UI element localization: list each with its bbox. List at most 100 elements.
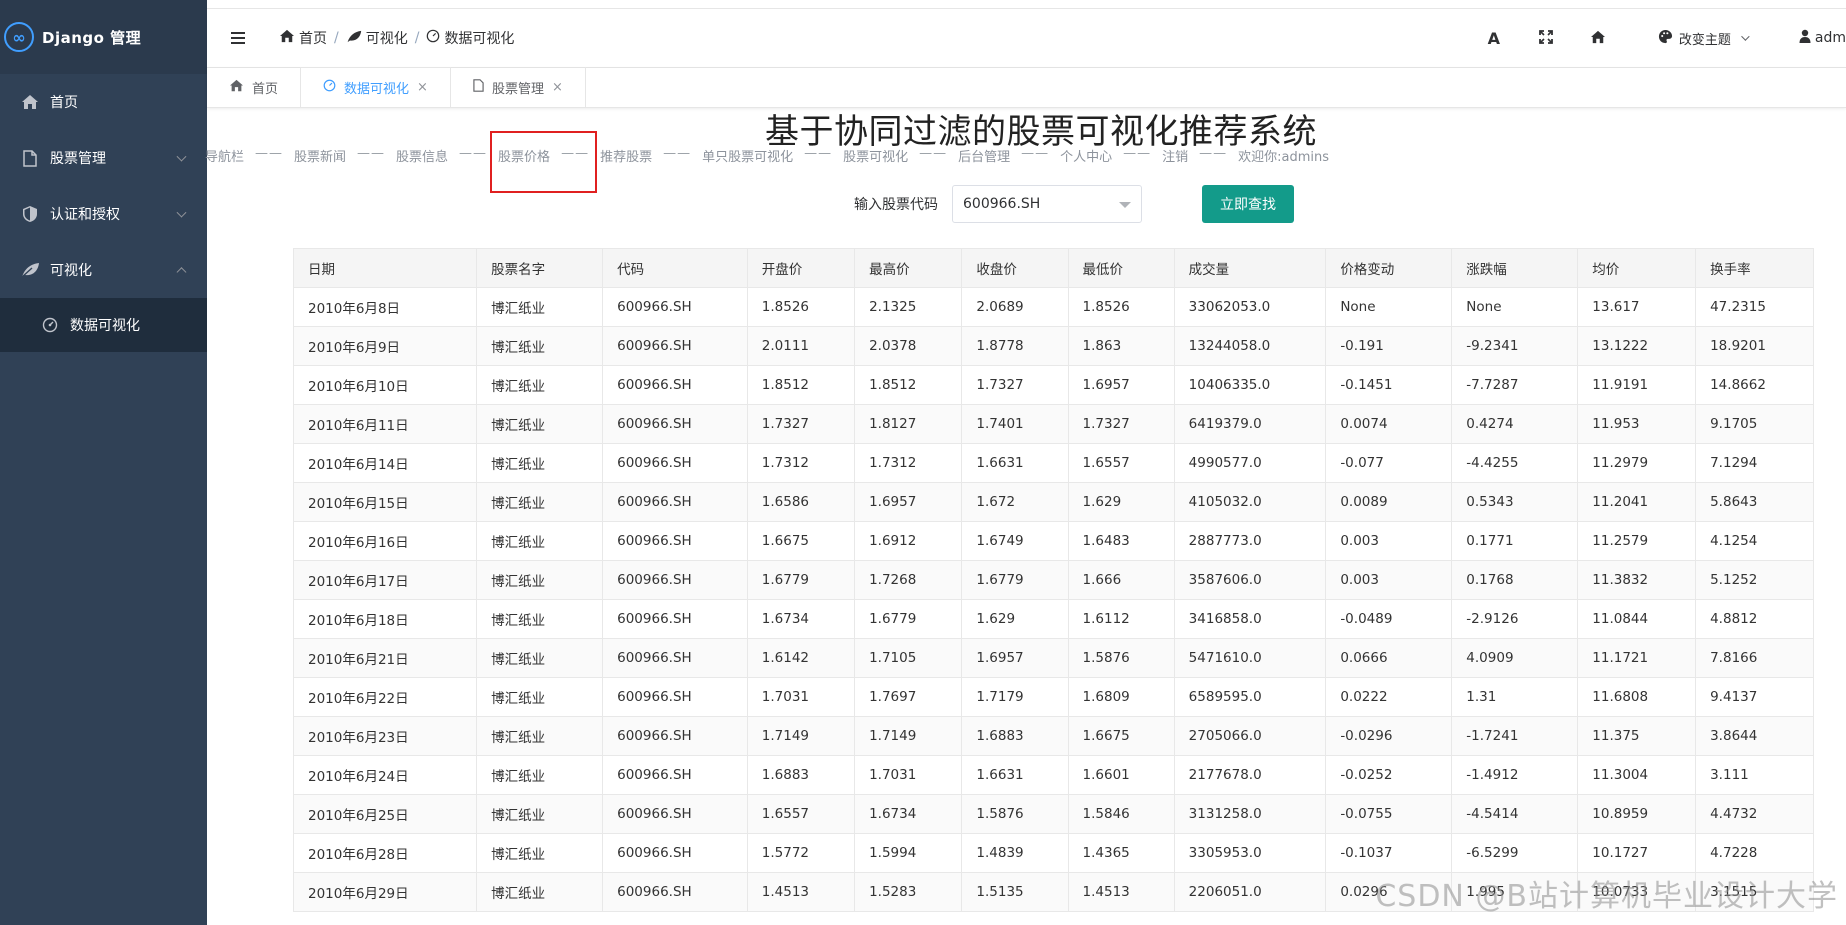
chevron-down-icon [1741, 32, 1750, 41]
main-content: 基于协同过滤的股票可视化推荐系统 导航栏 —— 股票新闻 —— 股票信息 —— 股票价格 ——… [205, 108, 1846, 925]
search-button[interactable]: 立即查找 [1202, 185, 1294, 223]
table-header-row: 日期 股票名字 代码 开盘价 最高价 收盘价 最低价 成交量 价格变动 涨跌幅 均价 换手率 [292, 248, 1814, 288]
table-cell: 4105032.0 [1173, 482, 1327, 522]
table-cell: 1.7149 [746, 716, 856, 756]
tab-stock-management[interactable]: 股票管理 × [451, 67, 586, 107]
tab-data-visualization[interactable]: 数据可视化 × [301, 67, 451, 107]
table-header-cell[interactable]: 日期 [292, 248, 478, 288]
table-cell: 1.7031 [746, 677, 856, 717]
table-cell: 7.1294 [1695, 443, 1814, 483]
table-header-cell[interactable]: 股票名字 [476, 248, 604, 288]
table-cell: 博汇纸业 [476, 638, 604, 678]
table-cell: 600966.SH [602, 755, 748, 795]
hamburger-icon[interactable] [231, 32, 253, 44]
table-cell: 0.003 [1325, 521, 1453, 561]
user-menu[interactable]: adm [1799, 29, 1846, 47]
table-row: 2010年6月11日 博汇纸业 600966.SH 1.7327 1.8127 1.740… [292, 404, 1814, 444]
theme-switcher[interactable]: 改变主题 [1658, 29, 1750, 48]
table-cell: 2010年6月10日 [292, 365, 478, 405]
stock-code-select[interactable]: 600966.SH [952, 185, 1142, 223]
table-header-cell[interactable]: 价格变动 [1325, 248, 1453, 288]
table-cell: 1.6957 [854, 482, 963, 522]
nav-link[interactable]: 单只股票可视化 [702, 146, 793, 165]
table-cell: 1.6586 [746, 482, 856, 522]
nav-link[interactable]: 推荐股票 [600, 146, 652, 165]
table-cell: 1.8127 [854, 404, 963, 444]
table-header-cell[interactable]: 换手率 [1695, 248, 1814, 288]
table-cell: 1.6734 [746, 599, 856, 639]
tab-label: 数据可视化 [344, 82, 410, 97]
table-cell: 3.111 [1695, 755, 1814, 795]
table-cell: 1.7327 [1067, 404, 1175, 444]
table-cell: 2010年6月29日 [292, 872, 478, 912]
sidebar-item-auth[interactable]: 认证和授权 [0, 186, 207, 242]
nav-link[interactable]: 股票信息 [396, 146, 448, 165]
breadcrumb: 首页 / 可视化 / 数据可视化 [279, 28, 514, 48]
table-cell: 6419379.0 [1173, 404, 1327, 444]
table-cell: 0.0089 [1325, 482, 1453, 522]
table-cell: 1.7105 [854, 638, 963, 678]
fullscreen-icon[interactable] [1536, 29, 1556, 48]
table-header-cell[interactable]: 成交量 [1173, 248, 1327, 288]
table-cell: 4990577.0 [1173, 443, 1327, 483]
table-header-cell[interactable]: 最低价 [1067, 248, 1175, 288]
sidebar-item-stock-management[interactable]: 股票管理 [0, 130, 207, 186]
table-cell: 2010年6月22日 [292, 677, 478, 717]
table-cell: 2010年6月11日 [292, 404, 478, 444]
table-cell: -7.7287 [1451, 365, 1579, 405]
table-cell: 4.8812 [1695, 599, 1814, 639]
table-cell: 2010年6月18日 [292, 599, 478, 639]
sidebar-item-data-visualization[interactable]: 数据可视化 [0, 298, 207, 352]
table-cell: 2010年6月9日 [292, 326, 478, 366]
table-cell: 1.4513 [746, 872, 856, 912]
table-cell: 1.863 [1067, 326, 1175, 366]
table-header-cell[interactable]: 涨跌幅 [1451, 248, 1579, 288]
nav-link[interactable]: 后台管理 [958, 146, 1010, 165]
table-header-cell[interactable]: 开盘价 [746, 248, 856, 288]
table-cell: 600966.SH [602, 287, 748, 327]
home-icon[interactable] [1588, 29, 1608, 48]
breadcrumb-item[interactable]: 首页 [299, 28, 327, 48]
close-icon[interactable]: × [552, 80, 563, 95]
table-cell: 600966.SH [602, 638, 748, 678]
sidebar-item-visualization[interactable]: 可视化 [0, 242, 207, 298]
table-header-cell[interactable]: 均价 [1577, 248, 1697, 288]
table-cell: 11.375 [1577, 716, 1697, 756]
nav-link[interactable]: 欢迎你:admins [1238, 146, 1329, 165]
tab-home[interactable]: 首页 [207, 67, 302, 107]
font-size-icon[interactable]: A [1484, 29, 1504, 48]
table-cell: 3.8644 [1695, 716, 1814, 756]
table-cell: 600966.SH [602, 599, 748, 639]
table-cell: 600966.SH [602, 833, 748, 873]
nav-link[interactable]: 个人中心 [1060, 146, 1112, 165]
table-row: 2010年6月17日 博汇纸业 600966.SH 1.6779 1.7268 1.677… [292, 560, 1814, 600]
table-header-cell[interactable]: 最高价 [854, 248, 963, 288]
table-cell: -0.191 [1325, 326, 1453, 366]
breadcrumb-item[interactable]: 可视化 [366, 28, 408, 48]
nav-link[interactable]: 股票新闻 [294, 146, 346, 165]
sidebar-item-home[interactable]: 首页 [0, 74, 207, 130]
sidebar-item-label: 首页 [50, 95, 78, 111]
table-cell: -0.077 [1325, 443, 1453, 483]
table-cell: 1.6675 [746, 521, 856, 561]
table-cell: 1.5135 [961, 872, 1069, 912]
table-cell: 2887773.0 [1173, 521, 1327, 561]
table-header-cell[interactable]: 收盘价 [961, 248, 1069, 288]
nav-link[interactable]: 注销 [1162, 146, 1188, 165]
table-cell: 11.9191 [1577, 365, 1697, 405]
table-cell: 2010年6月8日 [292, 287, 478, 327]
nav-link[interactable]: 股票可视化 [843, 146, 908, 165]
table-cell: -1.7241 [1451, 716, 1579, 756]
close-icon[interactable]: × [417, 80, 428, 95]
nav-link[interactable]: 导航栏 [205, 146, 244, 165]
table-cell: -1.4912 [1451, 755, 1579, 795]
table-row: 2010年6月9日 博汇纸业 600966.SH 2.0111 2.0378 1.8778… [292, 326, 1814, 366]
table-header-cell[interactable]: 代码 [602, 248, 748, 288]
table-cell: 博汇纸业 [476, 599, 604, 639]
table-cell: 博汇纸业 [476, 794, 604, 834]
table-cell: 1.7327 [746, 404, 856, 444]
table-cell: 6589595.0 [1173, 677, 1327, 717]
table-cell: 11.1721 [1577, 638, 1697, 678]
table-cell: 1.6675 [1067, 716, 1175, 756]
logo[interactable]: ∞ Django 管理 [0, 0, 207, 74]
